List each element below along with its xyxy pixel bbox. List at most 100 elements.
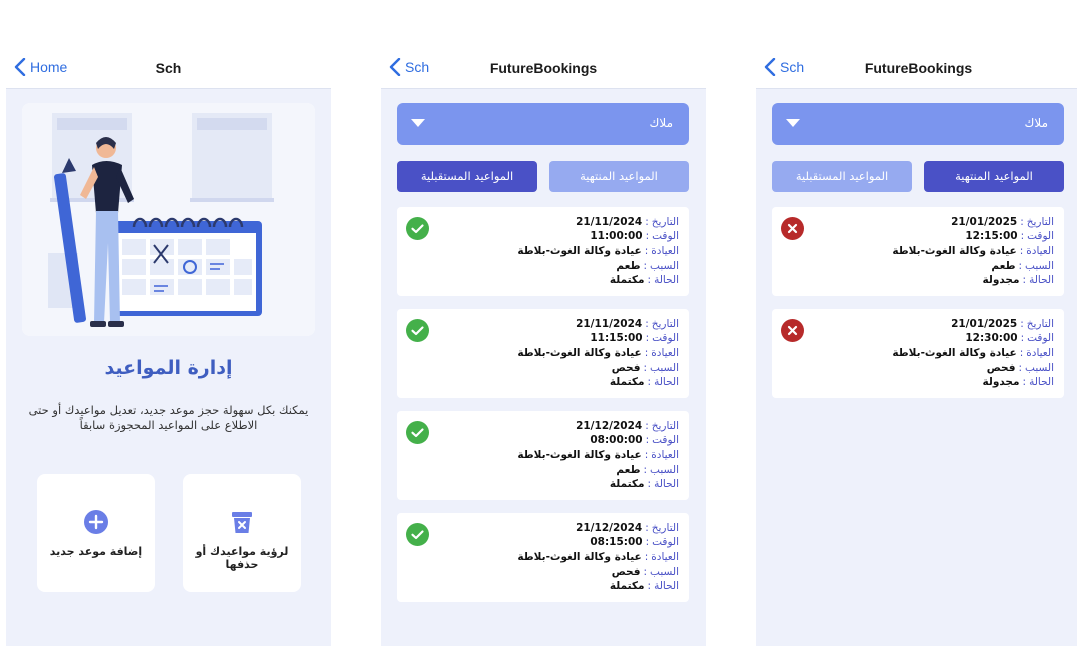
back-button[interactable]: Sch bbox=[764, 58, 804, 76]
booking-clinic-value: عيادة وكالة الغوث-بلاطة bbox=[517, 245, 642, 257]
booking-date-label: التاريخ bbox=[1026, 216, 1054, 228]
tab-future-appointments[interactable]: المواعيد المستقبلية bbox=[772, 161, 912, 192]
patient-dropdown[interactable]: ملاك bbox=[397, 103, 689, 145]
check-circle-icon bbox=[406, 319, 429, 342]
booking-clinic-row: العيادة:عيادة وكالة الغوث-بلاطة bbox=[517, 449, 679, 462]
booking-date-row: التاريخ:21/12/2024 bbox=[576, 522, 679, 535]
section-title: إدارة المواعيد bbox=[104, 357, 233, 379]
booking-time-row: الوقت:08:00:00 bbox=[590, 434, 679, 447]
back-label: Home bbox=[30, 59, 68, 75]
booking-time-value: 12:15:00 bbox=[965, 230, 1018, 242]
label-separator: : bbox=[645, 216, 649, 228]
booking-status-label: الحالة bbox=[1029, 376, 1054, 388]
nav-bar: Sch FutureBookings bbox=[756, 0, 1077, 88]
booking-clinic-label: العيادة bbox=[651, 347, 679, 359]
booking-reason-label: السبب bbox=[650, 464, 679, 476]
x-circle-icon[interactable] bbox=[781, 319, 804, 342]
label-separator: : bbox=[647, 478, 652, 490]
booking-reason-row: السبب:طعم bbox=[616, 464, 679, 477]
back-button[interactable]: Home bbox=[14, 58, 67, 76]
booking-status-label: الحالة bbox=[654, 274, 679, 286]
booking-reason-value: فحص bbox=[611, 566, 641, 578]
label-separator: : bbox=[1020, 216, 1024, 228]
booking-date-row: التاريخ:21/01/2025 bbox=[951, 216, 1054, 229]
screen-appointments-home: Home Sch إدارة المواعيد يمكنك بكل سهولة … bbox=[6, 0, 331, 646]
booking-date-value: 21/12/2024 bbox=[576, 420, 643, 432]
booking-time-label: الوقت bbox=[1027, 332, 1054, 344]
booking-date-row: التاريخ:21/01/2025 bbox=[951, 318, 1054, 331]
booking-reason-value: فحص bbox=[986, 362, 1016, 374]
plus-circle-icon bbox=[84, 510, 108, 534]
label-separator: : bbox=[645, 434, 650, 446]
back-button[interactable]: Sch bbox=[389, 58, 429, 76]
booking-status-value: مجدولة bbox=[982, 376, 1020, 388]
booking-date-value: 21/11/2024 bbox=[576, 318, 643, 330]
booking-status-value: مكتملة bbox=[609, 376, 645, 388]
x-circle-icon[interactable] bbox=[781, 217, 804, 240]
booking-time-label: الوقت bbox=[652, 230, 679, 242]
main-content: إدارة المواعيد يمكنك بكل سهولة حجز موعد … bbox=[6, 88, 331, 646]
label-separator: : bbox=[647, 376, 652, 388]
booking-time-label: الوقت bbox=[652, 536, 679, 548]
tab-ended-appointments[interactable]: المواعيد المنتهية bbox=[549, 161, 689, 192]
booking-card[interactable]: التاريخ:21/01/2025 الوقت:12:15:00 العيادة:… bbox=[772, 207, 1064, 296]
booking-clinic-row: العيادة:عيادة وكالة الغوث-بلاطة bbox=[517, 347, 679, 360]
booking-card[interactable]: التاريخ:21/12/2024 الوقت:08:00:00 العيادة:… bbox=[397, 411, 689, 500]
tab-ended-appointments[interactable]: المواعيد المنتهية bbox=[924, 161, 1064, 192]
label-separator: : bbox=[647, 274, 652, 286]
view-delete-appointments-button[interactable]: لرؤية مواعيدك أو حذفها bbox=[183, 474, 301, 592]
booking-clinic-row: العيادة:عيادة وكالة الغوث-بلاطة bbox=[892, 347, 1054, 360]
booking-clinic-value: عيادة وكالة الغوث-بلاطة bbox=[517, 347, 642, 359]
check-circle-icon bbox=[406, 523, 429, 546]
label-separator: : bbox=[645, 536, 650, 548]
caret-down-icon bbox=[411, 119, 425, 127]
booking-time-value: 11:00:00 bbox=[590, 230, 643, 242]
label-separator: : bbox=[1020, 318, 1024, 330]
label-separator: : bbox=[644, 551, 649, 563]
booking-clinic-label: العيادة bbox=[651, 245, 679, 257]
patient-dropdown[interactable]: ملاك bbox=[772, 103, 1064, 145]
label-separator: : bbox=[1022, 274, 1027, 286]
label-separator: : bbox=[1018, 260, 1023, 272]
label-separator: : bbox=[644, 245, 649, 257]
main-content: ملاك المواعيد المستقبلية المواعيد المنته… bbox=[756, 88, 1077, 646]
screen-bookings-completed: Sch FutureBookings ملاك المواعيد المستقب… bbox=[381, 0, 706, 646]
back-label: Sch bbox=[780, 59, 805, 75]
booking-date-row: التاريخ:21/11/2024 bbox=[576, 216, 679, 229]
booking-status-value: مجدولة bbox=[982, 274, 1020, 286]
nav-bar: Sch FutureBookings bbox=[381, 0, 706, 88]
label-separator: : bbox=[1019, 347, 1024, 359]
booking-status-row: الحالة:مكتملة bbox=[610, 580, 679, 593]
booking-date-value: 21/01/2025 bbox=[951, 216, 1018, 228]
booking-time-row: الوقت:12:15:00 bbox=[965, 230, 1054, 243]
booking-time-value: 11:15:00 bbox=[590, 332, 643, 344]
tab-future-appointments[interactable]: المواعيد المستقبلية bbox=[397, 161, 537, 192]
booking-clinic-row: العيادة:عيادة وكالة الغوث-بلاطة bbox=[892, 245, 1054, 258]
hero-illustration bbox=[22, 103, 315, 336]
label-separator: : bbox=[645, 522, 649, 534]
booking-card[interactable]: التاريخ:21/11/2024 الوقت:11:15:00 العيادة:… bbox=[397, 309, 689, 398]
booking-time-row: الوقت:12:30:00 bbox=[965, 332, 1054, 345]
booking-clinic-label: العيادة bbox=[1026, 347, 1054, 359]
label-separator: : bbox=[645, 420, 649, 432]
booking-card[interactable]: التاريخ:21/11/2024 الوقت:11:00:00 العيادة:… bbox=[397, 207, 689, 296]
booking-date-label: التاريخ bbox=[1026, 318, 1054, 330]
add-appointment-label: إضافة موعد جديد bbox=[49, 545, 143, 558]
label-separator: : bbox=[643, 362, 648, 374]
booking-time-row: الوقت:11:00:00 bbox=[590, 230, 679, 243]
booking-reason-label: السبب bbox=[650, 362, 679, 374]
dropdown-selected-value: ملاك bbox=[649, 116, 673, 130]
check-circle-icon bbox=[406, 421, 429, 444]
booking-status-row: الحالة:مجدولة bbox=[983, 274, 1054, 287]
booking-time-value: 12:30:00 bbox=[965, 332, 1018, 344]
add-appointment-button[interactable]: إضافة موعد جديد bbox=[37, 474, 155, 592]
booking-card[interactable]: التاريخ:21/12/2024 الوقت:08:15:00 العيادة:… bbox=[397, 513, 689, 602]
booking-status-value: مكتملة bbox=[609, 274, 645, 286]
booking-status-row: الحالة:مكتملة bbox=[610, 376, 679, 389]
booking-reason-label: السبب bbox=[1025, 362, 1054, 374]
booking-reason-row: السبب:فحص bbox=[987, 362, 1054, 375]
dropdown-selected-value: ملاك bbox=[1024, 116, 1048, 130]
label-separator: : bbox=[645, 230, 650, 242]
booking-clinic-value: عيادة وكالة الغوث-بلاطة bbox=[517, 449, 642, 461]
booking-card[interactable]: التاريخ:21/01/2025 الوقت:12:30:00 العيادة:… bbox=[772, 309, 1064, 398]
